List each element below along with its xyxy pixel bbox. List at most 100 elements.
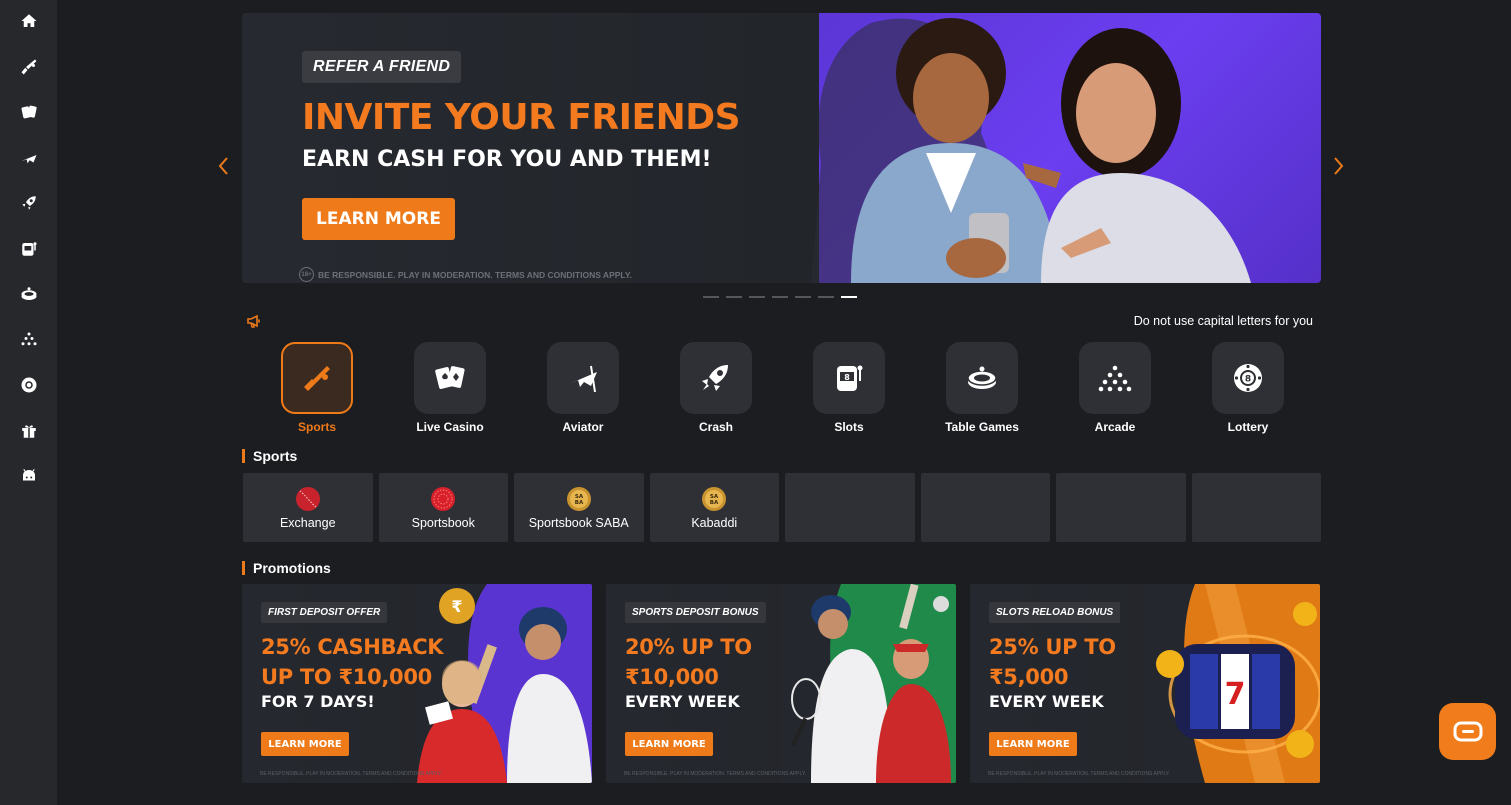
sport-tile-empty — [920, 473, 1050, 542]
promo-disclaimer: BE RESPONSIBLE. PLAY IN MODERATION. TERM… — [624, 771, 806, 777]
hero-learn-more-button[interactable]: LEARN MORE — [302, 198, 455, 240]
sidebar — [0, 0, 57, 805]
promo-learn-more-button[interactable]: LEARN MORE — [261, 732, 349, 756]
saba-logo: SA BA — [702, 486, 727, 511]
table-games-icon[interactable] — [18, 283, 40, 305]
sport-tile-empty — [1056, 473, 1186, 542]
sports-grid: Exchange Sportsbook SA BA Sportsbook SAB… — [243, 473, 1321, 542]
promo-disclaimer: BE RESPONSIBLE. PLAY IN MODERATION. TERM… — [988, 771, 1170, 777]
promo-headline-amount: UP TO ₹10,000 — [261, 665, 432, 689]
sports-icon — [304, 366, 330, 391]
promo-card[interactable]: ₹ FIRST DEPOSIT OFFER 25% CASHBACK UP TO… — [242, 584, 592, 783]
sport-tile-exchange[interactable]: Exchange — [243, 473, 373, 542]
hero-tag: REFER A FRIEND — [302, 51, 462, 83]
category-lottery[interactable]: 8 Lottery — [1212, 342, 1284, 434]
slot-machine-icon: 8 — [837, 365, 863, 391]
slots-icon[interactable] — [18, 238, 40, 260]
hero-subtitle: EARN CASH FOR YOU AND THEM! — [302, 147, 712, 172]
svg-text:8: 8 — [844, 373, 850, 382]
promo-subline: EVERY WEEK — [989, 692, 1104, 711]
sport-tile-sportsbook-saba[interactable]: SA BA Sportsbook SABA — [514, 473, 644, 542]
saba-logo: SA BA — [566, 486, 591, 511]
carousel-dot-active[interactable] — [841, 296, 857, 298]
promo-tag: SPORTS DEPOSIT BONUS — [625, 602, 766, 623]
promo-learn-more-button[interactable]: LEARN MORE — [989, 732, 1077, 756]
category-label: Crash — [698, 420, 733, 434]
rocket-icon — [702, 365, 728, 391]
hero-banner[interactable]: REFER A FRIEND INVITE YOUR FRIENDS EARN … — [242, 13, 1321, 283]
sport-name: Sportsbook SABA — [528, 515, 629, 530]
promo-card[interactable]: 7 SLOTS RELOAD BONUS 25% UP TO ₹5,000 EV… — [970, 584, 1320, 783]
category-slots[interactable]: 8 Slots — [813, 342, 885, 434]
roulette-icon — [967, 366, 997, 389]
svg-text:BA: BA — [575, 500, 584, 506]
svg-text:BA: BA — [710, 500, 719, 506]
category-label: Arcade — [1094, 420, 1136, 434]
category-arcade[interactable]: Arcade — [1079, 342, 1151, 434]
promo-casino-cricket-image: ₹ — [417, 584, 592, 783]
sportsbook-logo — [431, 486, 456, 511]
age-restriction-icon: 18+ — [299, 267, 314, 282]
promo-tag: SLOTS RELOAD BONUS — [989, 602, 1121, 623]
hero-title: INVITE YOUR FRIENDS — [302, 97, 741, 138]
category-label: Live Casino — [416, 420, 484, 434]
promo-learn-more-button[interactable]: LEARN MORE — [625, 732, 713, 756]
promotions-section-title: Promotions — [242, 561, 331, 575]
sport-name: Kabaddi — [691, 515, 738, 530]
category-label: Lottery — [1227, 420, 1269, 434]
sport-name: Exchange — [279, 515, 336, 530]
carousel-dot[interactable] — [726, 296, 742, 298]
promo-subline: EVERY WEEK — [625, 692, 740, 711]
chat-icon — [1453, 721, 1482, 741]
live-chat-button[interactable] — [1439, 703, 1496, 760]
crash-icon[interactable] — [18, 192, 40, 214]
plane-icon — [569, 365, 597, 393]
carousel-prev-button[interactable] — [216, 155, 230, 177]
sport-name: Sportsbook — [411, 515, 475, 530]
hero-people-image — [811, 18, 1251, 283]
announcement-text: Do not use capital letters for you — [1133, 314, 1313, 328]
carousel-dot[interactable] — [703, 296, 719, 298]
category-crash[interactable]: Crash — [680, 342, 752, 434]
category-table-games[interactable]: Table Games — [945, 342, 1019, 434]
sport-tile-kabaddi[interactable]: SA BA Kabaddi — [649, 473, 779, 542]
promo-card[interactable]: SPORTS DEPOSIT BONUS 20% UP TO ₹10,000 E… — [606, 584, 956, 783]
category-label: Slots — [834, 420, 864, 434]
sports-icon[interactable] — [18, 56, 40, 78]
promo-subline: FOR 7 DAYS! — [261, 692, 375, 711]
category-label: Aviator — [562, 420, 604, 434]
arcade-icon[interactable] — [18, 329, 40, 351]
sports-section-title: Sports — [242, 449, 297, 463]
carousel-dot[interactable] — [818, 296, 834, 298]
home-icon[interactable] — [18, 10, 40, 32]
cricket-ball-logo — [295, 486, 320, 511]
promo-slots-image: 7 — [1145, 584, 1320, 783]
category-live-casino[interactable]: Live Casino — [414, 342, 486, 434]
promo-headline-amount: ₹5,000 — [989, 665, 1069, 689]
gift-icon[interactable] — [18, 420, 40, 442]
android-icon[interactable] — [18, 465, 40, 487]
sport-tile-sportsbook[interactable]: Sportsbook — [378, 473, 508, 542]
hero-disclaimer: 18+ BE RESPONSIBLE. PLAY IN MODERATION. … — [299, 267, 632, 282]
aviator-icon[interactable] — [18, 147, 40, 169]
megaphone-icon — [247, 314, 260, 328]
carousel-dot[interactable] — [749, 296, 765, 298]
cards-icon — [435, 366, 465, 389]
promo-sports-image — [781, 584, 956, 783]
category-sports[interactable]: Sports — [281, 342, 353, 434]
carousel-dot[interactable] — [772, 296, 788, 298]
svg-text:7: 7 — [1225, 677, 1246, 712]
lottery-icon[interactable] — [18, 374, 40, 396]
hero-disclaimer-text: BE RESPONSIBLE. PLAY IN MODERATION. TERM… — [318, 269, 632, 280]
svg-text:₹: ₹ — [451, 597, 462, 616]
promo-headline-amount: ₹10,000 — [625, 665, 719, 689]
carousel-indicators — [703, 296, 857, 298]
carousel-dot[interactable] — [795, 296, 811, 298]
promo-headline: 25% CASHBACK — [261, 635, 444, 659]
promo-tag: FIRST DEPOSIT OFFER — [261, 602, 388, 623]
live-casino-icon[interactable] — [18, 101, 40, 123]
category-aviator[interactable]: Aviator — [547, 342, 619, 434]
carousel-next-button[interactable] — [1332, 155, 1346, 177]
arcade-icon — [1098, 365, 1132, 392]
sport-tile-empty — [1191, 473, 1321, 542]
